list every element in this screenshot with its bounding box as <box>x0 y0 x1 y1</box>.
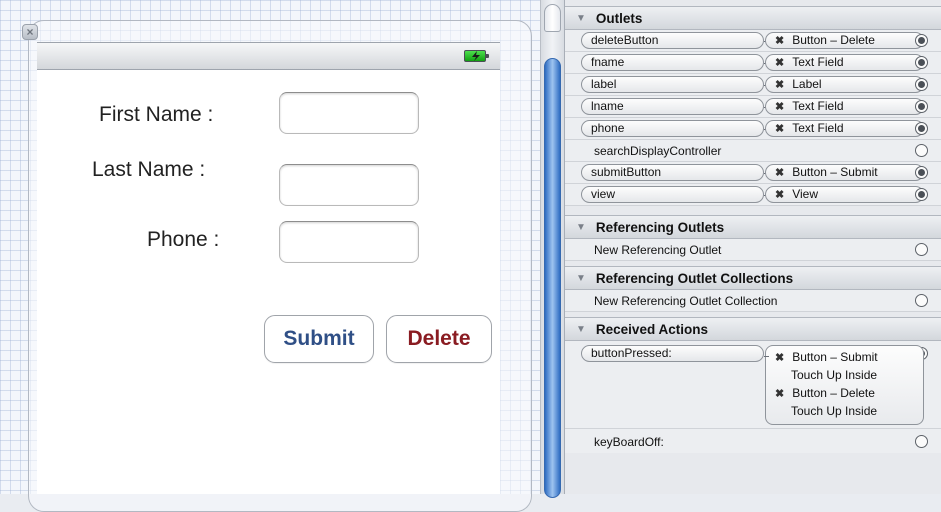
delete-button[interactable]: Delete <box>386 315 492 363</box>
first-name-label: First Name : <box>99 103 214 126</box>
new-referencing-collection-label: New Referencing Outlet Collection <box>594 294 778 308</box>
connection-circle-icon[interactable] <box>915 56 928 69</box>
outlet-row: searchDisplayController <box>565 140 941 162</box>
disconnect-x-icon[interactable]: ✖ <box>775 79 784 91</box>
connection-circle-icon[interactable] <box>915 435 928 448</box>
scroll-thumb[interactable] <box>544 58 561 498</box>
connection-circle-icon[interactable] <box>915 166 928 179</box>
outlet-name-pill[interactable]: label <box>581 76 764 93</box>
outlet-row: label ✖ Label <box>565 74 941 96</box>
phone-label: Phone : <box>147 228 220 251</box>
action-name-label: keyBoardOff: <box>594 435 664 449</box>
first-name-field[interactable] <box>279 92 419 134</box>
connection-circle-icon[interactable] <box>915 100 928 113</box>
ib-canvas: × First Name : Last Name : Phone : Submi… <box>0 0 541 512</box>
connection-circle-icon[interactable] <box>915 122 928 135</box>
last-name-field[interactable] <box>279 164 419 206</box>
outlet-target-pill[interactable]: ✖ Text Field <box>765 54 924 71</box>
connection-circle-icon[interactable] <box>915 78 928 91</box>
outlet-row: view ✖ View <box>565 184 941 206</box>
action-connection-event: Touch Up Inside <box>791 404 878 418</box>
battery-charging-icon <box>464 50 489 62</box>
disconnect-x-icon[interactable]: ✖ <box>775 167 784 179</box>
outlet-target-pill[interactable]: ✖ Button – Submit <box>765 164 924 181</box>
disclosure-triangle-icon[interactable]: ▼ <box>576 13 586 24</box>
outlet-target-pill[interactable]: ✖ Button – Delete <box>765 32 924 49</box>
new-referencing-outlet-row: New Referencing Outlet <box>565 239 941 261</box>
outlet-target-pill[interactable]: ✖ Label <box>765 76 924 93</box>
received-actions-header-label: Received Actions <box>595 321 708 337</box>
outlet-name-pill[interactable]: view <box>581 186 764 203</box>
referencing-outlets-header[interactable]: ▼ Referencing Outlets <box>565 215 941 239</box>
outlet-row: deleteButton ✖ Button – Delete <box>565 30 941 52</box>
action-connection-target: ✖ Button – Delete <box>775 386 875 400</box>
disconnect-x-icon[interactable]: ✖ <box>775 101 784 113</box>
disclosure-triangle-icon[interactable]: ▼ <box>576 324 586 335</box>
submit-button[interactable]: Submit <box>264 315 374 363</box>
outlets-header[interactable]: ▼ Outlets <box>565 6 941 30</box>
status-bar <box>37 42 500 70</box>
outlets-header-label: Outlets <box>595 10 643 26</box>
connection-circle-icon[interactable] <box>915 144 928 157</box>
outlet-target-pill[interactable]: ✖ Text Field <box>765 120 924 137</box>
outlet-name-pill[interactable]: phone <box>581 120 764 137</box>
action-row-keyboardoff: keyBoardOff: <box>565 429 941 453</box>
disconnect-x-icon[interactable]: ✖ <box>775 57 784 69</box>
outlet-name-pill[interactable]: lname <box>581 98 764 115</box>
outlet-row: lname ✖ Text Field <box>565 96 941 118</box>
action-connection-target: ✖ Button – Submit <box>775 350 878 364</box>
outlet-row: submitButton ✖ Button – Submit <box>565 162 941 184</box>
referencing-collections-header-label: Referencing Outlet Collections <box>595 270 794 286</box>
action-connections-box[interactable]: ✖ Button – Submit Touch Up Inside ✖ Button… <box>765 345 924 425</box>
outlet-name-pill[interactable]: fname <box>581 54 764 71</box>
received-actions-header[interactable]: ▼ Received Actions <box>565 317 941 341</box>
new-referencing-collection-row: New Referencing Outlet Collection <box>565 290 941 312</box>
disconnect-x-icon[interactable]: ✖ <box>775 388 784 400</box>
last-name-label: Last Name : <box>92 158 206 181</box>
close-icon[interactable]: × <box>22 24 38 40</box>
new-referencing-outlet-label: New Referencing Outlet <box>594 243 722 257</box>
disclosure-triangle-icon[interactable]: ▼ <box>576 222 586 233</box>
outlet-target-pill[interactable]: ✖ View <box>765 186 924 203</box>
outlet-name-pill[interactable]: submitButton <box>581 164 764 181</box>
referencing-outlets-header-label: Referencing Outlets <box>595 219 725 235</box>
content-view: First Name : Last Name : Phone : Submit … <box>37 70 500 494</box>
action-connection-event: Touch Up Inside <box>791 368 878 382</box>
outlet-target-pill[interactable]: ✖ Text Field <box>765 98 924 115</box>
connections-inspector: ▼ Outlets deleteButton ✖ Button – Delete fn… <box>565 0 941 494</box>
disclosure-triangle-icon[interactable]: ▼ <box>576 273 586 284</box>
disconnect-x-icon[interactable]: ✖ <box>775 189 784 201</box>
connection-circle-icon[interactable] <box>915 243 928 256</box>
action-name-pill[interactable]: buttonPressed: <box>581 345 764 362</box>
outlet-row: phone ✖ Text Field <box>565 118 941 140</box>
connection-circle-icon[interactable] <box>915 188 928 201</box>
connection-circle-icon[interactable] <box>915 294 928 307</box>
disconnect-x-icon[interactable]: ✖ <box>775 352 784 364</box>
phone-field[interactable] <box>279 221 419 263</box>
outlet-row: fname ✖ Text Field <box>565 52 941 74</box>
disconnect-x-icon[interactable]: ✖ <box>775 35 784 47</box>
scroll-cap[interactable] <box>544 4 561 32</box>
connection-line <box>764 356 769 357</box>
referencing-collections-header[interactable]: ▼ Referencing Outlet Collections <box>565 266 941 290</box>
disconnect-x-icon[interactable]: ✖ <box>775 123 784 135</box>
connection-circle-icon[interactable] <box>915 34 928 47</box>
outlet-name-label: searchDisplayController <box>594 144 722 158</box>
outlet-name-pill[interactable]: deleteButton <box>581 32 764 49</box>
scrollbar[interactable] <box>541 0 565 498</box>
